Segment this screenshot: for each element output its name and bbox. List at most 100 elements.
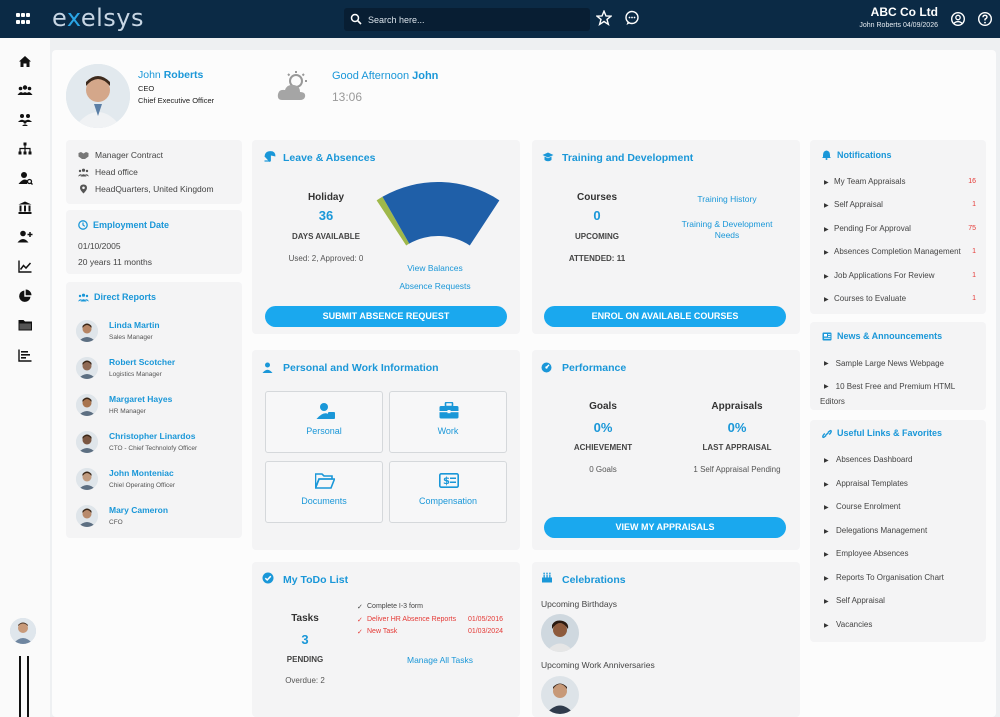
documents-tile[interactable]: Documents [265,461,383,523]
search-box [344,8,590,31]
useful-link-item[interactable]: ▶ Vacancies [824,620,976,634]
useful-link-item[interactable]: ▶ Appraisal Templates [824,479,976,493]
chevron-right-icon: ▶ [824,505,829,511]
todo-item[interactable]: ✓ Deliver HR Absence Reports 01/05/2016 [357,616,503,627]
notification-item[interactable]: ▶ Courses to Evaluate 1 [824,294,976,308]
check-icon: ✓ [357,604,363,611]
pie-chart-icon[interactable] [16,288,34,304]
direct-report-row[interactable]: Linda Martin Sales Manager [76,319,236,347]
notification-item[interactable]: ▶ Job Applications For Review 1 [824,271,976,285]
todo-item[interactable]: ✓ New Task 01/03/2024 [357,628,503,639]
direct-report-row[interactable]: Mary Cameron CFO [76,504,236,532]
star-icon[interactable] [596,10,612,26]
help-icon[interactable] [977,11,993,27]
news-title: News & Announcements [837,331,943,341]
team-icon[interactable] [16,82,34,98]
absence-requests-link[interactable]: Absence Requests [384,281,486,291]
leave-gauge-chart [376,182,500,246]
first-name: John [138,69,161,81]
people-icon[interactable] [16,111,34,127]
training-needs-link[interactable]: Training & Development Needs [674,219,780,241]
birthday-avatar[interactable] [541,614,579,652]
notification-count: 1 [972,248,976,256]
notification-item[interactable]: ▶ Pending For Approval 75 [824,224,976,238]
goals-value: 0% [593,420,613,435]
profile-name: John Roberts [138,69,203,81]
useful-link-item[interactable]: ▶ Reports To Organisation Chart [824,573,976,587]
upcoming-birthdays-label: Upcoming Birthdays [541,599,618,609]
compensation-tile-label: Compensation [418,496,478,506]
view-balances-link[interactable]: View Balances [394,263,476,273]
org-chart-icon[interactable] [16,140,34,156]
chevron-right-icon: ▶ [824,458,829,464]
app-logo[interactable]: exelsys [52,4,144,32]
courses-label: Courses [576,192,617,203]
leave-absences-card: Leave & Absences Holiday 36 DAYS AVAILAB… [252,140,520,334]
grid-icon[interactable] [16,13,30,25]
office-row: Head office [78,167,138,177]
useful-link-item[interactable]: ▶ Employee Absences [824,549,976,563]
user-date: John Roberts 04/09/2026 [859,22,938,29]
user-avatar[interactable] [10,618,36,644]
bank-icon[interactable] [16,199,34,215]
goals-label: Goals [589,401,617,412]
appraisal-pending: 1 Self Appraisal Pending [693,465,781,474]
personal-tile[interactable]: Personal [265,391,383,453]
goals-achievement-label: ACHIEVEMENT [573,443,633,452]
report-name[interactable]: Christopher Linardos [109,431,195,441]
submit-absence-request-button[interactable]: SUBMIT ABSENCE REQUEST [265,306,507,327]
chat-icon[interactable] [624,10,640,26]
account-icon[interactable] [950,11,966,27]
report-name[interactable]: Margaret Hayes [109,394,172,404]
search-input[interactable] [368,11,578,28]
employment-date-card: Employment Date 01/10/2005 20 years 11 m… [66,210,242,274]
chevron-right-icon: ▶ [824,361,829,367]
profile-photo[interactable] [66,64,130,128]
manage-tasks-link[interactable]: Manage All Tasks [392,655,488,665]
celebrations-card: Celebrations Upcoming Birthdays Upcoming… [532,562,800,717]
todo-title: My ToDo List [283,574,349,586]
useful-link-item[interactable]: ▶ Course Enrolment [824,502,976,516]
todo-item-date: 01/03/2024 [467,628,503,635]
report-avatar [76,357,98,379]
direct-report-row[interactable]: Christopher Linardos CTO - Chief Technolo… [76,430,236,458]
profile-title: Chief Executive Officer [138,96,215,105]
work-tile[interactable]: Work [389,391,507,453]
report-name[interactable]: John Monteniac [109,468,174,478]
chevron-right-icon: ▶ [824,180,829,186]
personal-work-title: Personal and Work Information [283,362,439,374]
notification-label: Pending For Approval [834,223,911,233]
enrol-courses-button[interactable]: ENROL ON AVAILABLE COURSES [544,306,786,327]
employment-date: 01/10/2005 [78,241,121,251]
documents-tile-label: Documents [301,496,347,506]
useful-link-item[interactable]: ▶ Delegations Management [824,526,976,540]
direct-report-row[interactable]: John Monteniac Chiel Operating Officer [76,467,236,495]
money-icon: $ [439,473,459,488]
notification-item[interactable]: ▶ Absences Completion Management 1 [824,247,976,261]
report-name[interactable]: Mary Cameron [109,505,168,515]
company-name: ABC Co Ltd [870,5,938,19]
todo-item[interactable]: ✓ Complete I-3 form [357,603,503,614]
home-icon[interactable] [16,53,34,69]
folder-icon[interactable] [16,317,34,333]
person-search-icon[interactable] [16,170,34,186]
useful-link-item[interactable]: ▶ Self Appraisal [824,596,976,610]
training-history-link[interactable]: Training History [682,194,772,204]
notification-item[interactable]: ▶ My Team Appraisals 16 [824,177,976,191]
direct-report-row[interactable]: Margaret Hayes HR Manager [76,393,236,421]
chevron-right-icon: ▶ [824,528,829,535]
compensation-tile[interactable]: $ Compensation [389,461,507,523]
direct-report-row[interactable]: Robert Scotcher Logistics Manager [76,356,236,384]
report-name[interactable]: Linda Martin [109,320,160,330]
report-icon[interactable] [16,347,34,363]
report-name[interactable]: Robert Scotcher [109,357,175,367]
news-item[interactable]: ▶ 10 Best Free and Premium HTML [824,382,955,391]
anniversary-avatar[interactable] [541,676,579,714]
line-chart-icon[interactable] [16,258,34,274]
add-person-icon[interactable] [16,228,34,244]
notification-item[interactable]: ▶ Self Appraisal 1 [824,200,976,214]
news-item[interactable]: ▶ Sample Large News Webpage [824,359,944,368]
useful-link-item[interactable]: ▶ Absences Dashboard [824,455,976,469]
useful-link-label: Delegations Management [836,525,928,535]
view-appraisals-button[interactable]: VIEW MY APPRAISALS [544,517,786,538]
